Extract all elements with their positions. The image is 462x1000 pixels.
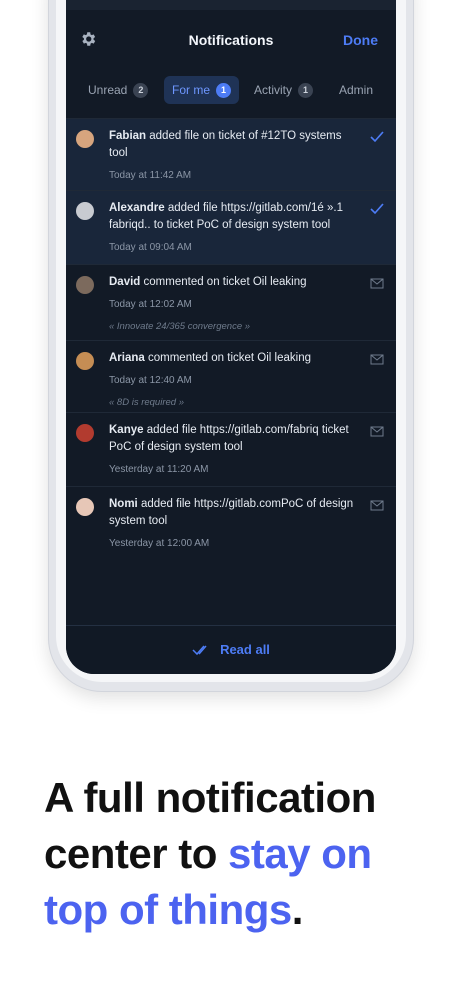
notification-message: added file https://gitlab.comPoC of desi… (109, 498, 354, 527)
count-badge: 2 (133, 82, 149, 98)
footer: Read all (66, 625, 396, 674)
notification-item[interactable]: Alexandre added file https://gitlab.com/… (66, 190, 396, 265)
mail-icon[interactable] (370, 425, 384, 437)
notification-text: Ariana commented on ticket Oil leaking T… (109, 350, 358, 411)
timestamp: Yesterday at 12:00 AM (109, 538, 210, 549)
notification-text: Nomi added file https://gitlab.comPoC of… (109, 496, 358, 550)
tab-for-me[interactable]: For me 1 (164, 76, 240, 104)
tab-label: Admin (339, 83, 374, 97)
tab-label: For me (172, 83, 211, 97)
actor-name: Fabian (109, 130, 147, 142)
timestamp: Today at 12:40 AM (109, 375, 192, 386)
notification-message: added file https://gitlab.com/fabriq tic… (109, 424, 349, 453)
tab-admin[interactable]: Admin (339, 76, 373, 104)
notification-item[interactable]: Nomi added file https://gitlab.comPoC of… (66, 486, 396, 561)
notification-text: Kanye added file https://gitlab.com/fabr… (109, 422, 358, 476)
headline-period: . (291, 886, 304, 933)
comment-quote: « 8D is required » (109, 397, 184, 408)
notification-message: commented on ticket Oil leaking (143, 276, 307, 288)
timestamp: Today at 09:04 AM (109, 242, 192, 253)
notification-item[interactable]: Ariana commented on ticket Oil leaking T… (66, 340, 396, 413)
marketing-headline: A full notification center to stay on to… (44, 770, 424, 938)
notification-item[interactable]: Kanye added file https://gitlab.com/fabr… (66, 412, 396, 487)
mail-icon[interactable] (370, 277, 384, 289)
notification-text: Alexandre added file https://gitlab.com/… (109, 200, 358, 254)
header: Notifications Done (66, 22, 396, 58)
mail-icon[interactable] (370, 353, 384, 365)
actor-name: Nomi (109, 498, 138, 510)
timestamp: Today at 12:02 AM (109, 299, 192, 310)
done-button[interactable]: Done (343, 32, 378, 48)
notification-text: Fabian added file on ticket of #12TO sys… (109, 128, 358, 182)
actor-name: Ariana (109, 352, 145, 364)
notification-text: David commented on ticket Oil leaking To… (109, 274, 358, 335)
count-badge: 1 (216, 82, 232, 98)
notification-item[interactable]: Fabian added file on ticket of #12TO sys… (66, 118, 396, 191)
avatar (76, 498, 94, 516)
read-all-button[interactable]: Read all (66, 642, 396, 657)
tab-unread[interactable]: Unread 2 (88, 76, 149, 104)
actor-name: Kanye (109, 424, 144, 436)
timestamp: Yesterday at 11:20 AM (109, 464, 209, 475)
avatar (76, 424, 94, 442)
count-badge: 1 (298, 82, 314, 98)
tab-bar: Unread 2 For me 1 Activity 1 Admin (66, 74, 396, 106)
actor-name: David (109, 276, 141, 288)
notifications-screen: Notifications Done Unread 2 For me 1 Act… (66, 0, 396, 674)
notification-item[interactable]: David commented on ticket Oil leaking To… (66, 264, 396, 341)
double-check-icon (192, 645, 207, 655)
tab-label: Activity (254, 83, 293, 97)
avatar (76, 276, 94, 294)
actor-name: Alexandre (109, 202, 165, 214)
avatar (76, 352, 94, 370)
status-strip (66, 0, 396, 10)
comment-quote: « Innovate 24/365 convergence » (109, 321, 251, 332)
mail-icon[interactable] (370, 499, 384, 511)
timestamp: Today at 11:42 AM (109, 170, 192, 181)
check-icon (370, 203, 384, 215)
check-icon (370, 131, 384, 143)
avatar (76, 130, 94, 148)
tab-activity[interactable]: Activity 1 (254, 76, 314, 104)
notification-message: commented on ticket Oil leaking (148, 352, 311, 364)
avatar (76, 202, 94, 220)
read-all-label: Read all (220, 642, 270, 657)
tab-label: Unread (88, 83, 128, 97)
